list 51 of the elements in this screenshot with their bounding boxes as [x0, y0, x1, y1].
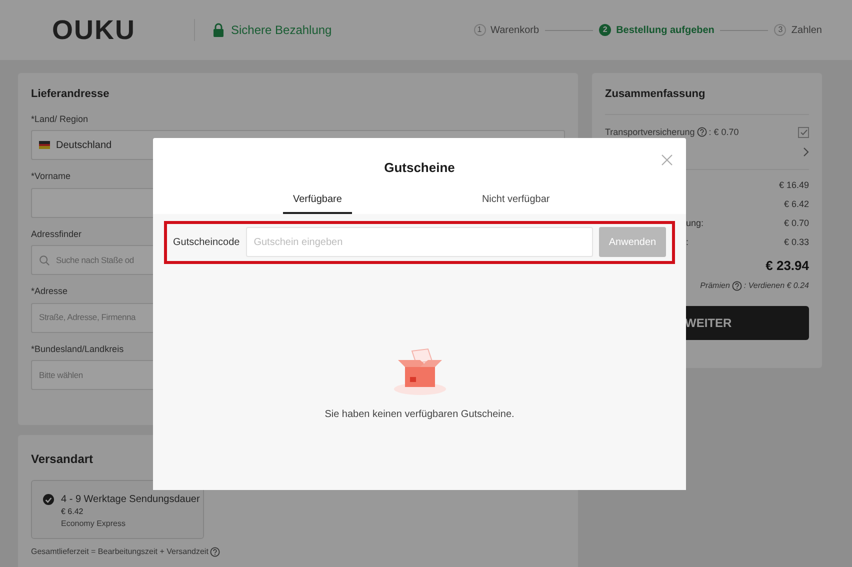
field-label: *Adresse	[31, 285, 69, 298]
step-label: Zahlen	[791, 24, 822, 38]
summary-value: € 6.42	[784, 198, 809, 211]
rewards-label: Prämien	[700, 280, 730, 292]
step-number: 3	[774, 24, 786, 36]
rewards-text: : Verdienen € 0.24	[744, 280, 809, 292]
option-price: € 6.42	[61, 506, 84, 518]
summary-label: ung:	[686, 216, 704, 230]
field-placeholder: Bitte wählen	[39, 368, 83, 382]
field-placeholder: Suche nach Staße od	[56, 254, 134, 266]
chevron-right-icon[interactable]	[803, 147, 809, 157]
section-title: Versandart	[31, 451, 94, 468]
section-title: Lieferandresse	[31, 87, 110, 102]
step-number: 2	[599, 24, 612, 36]
delivery-note: Gesamtlieferzeit = Bearbeitungszeit + Versandzeit	[31, 546, 208, 558]
shipping-option[interactable]: 4 - 9 Werktage Sendungsdauer € 6.42 Economy Express	[31, 480, 204, 539]
field-value: Deutschland	[56, 138, 112, 152]
insurance-label: Transportversicherung	[605, 126, 695, 139]
insurance-price: : € 0.70	[708, 126, 739, 138]
info-icon	[696, 127, 707, 138]
empty-message: Sie haben keinen verfügbaren Gutscheine.	[324, 408, 514, 422]
code-label: Gutscheincode	[173, 236, 240, 250]
logo[interactable]: OUKU	[52, 10, 162, 50]
close-icon[interactable]	[661, 154, 673, 166]
flag-icon	[39, 141, 50, 149]
field-placeholder: Straße, Adresse, Firmenna	[39, 311, 136, 324]
secure-payment-label: Sichere Bezahlung	[231, 22, 332, 39]
step-label: Warenkorb	[490, 24, 540, 38]
search-icon	[39, 254, 50, 266]
summary-value: € 0.33	[784, 236, 809, 249]
dialog-title: Gutscheine	[384, 159, 455, 177]
lock-icon	[213, 23, 224, 37]
total-price: € 23.94	[766, 257, 809, 275]
step-number: 1	[474, 24, 486, 36]
field-label: *Vorname	[31, 170, 72, 183]
summary-value: € 0.70	[784, 216, 809, 230]
empty-box-icon	[392, 346, 448, 394]
option-title: 4 - 9 Werktage Sendungsdauer	[61, 494, 200, 506]
summary-label: :	[686, 236, 689, 249]
field-label: *Land/ Region	[31, 112, 90, 126]
coupon-code-input[interactable]: Gutschein eingeben	[246, 227, 593, 257]
summary-value: € 16.49	[778, 178, 809, 192]
field-label: Adressfinder	[31, 228, 83, 240]
step-label: Bestellung aufgeben	[616, 24, 714, 38]
section-title: Zusammenfassung	[605, 86, 809, 114]
tab[interactable]: Nicht verfügbar	[472, 192, 560, 214]
insurance-checkbox[interactable]	[798, 126, 809, 138]
info-icon	[732, 280, 742, 290]
option-carrier: Economy Express	[61, 518, 126, 530]
field-label: *Bundesland/Landkreis	[31, 342, 125, 356]
help-icon	[210, 547, 220, 557]
